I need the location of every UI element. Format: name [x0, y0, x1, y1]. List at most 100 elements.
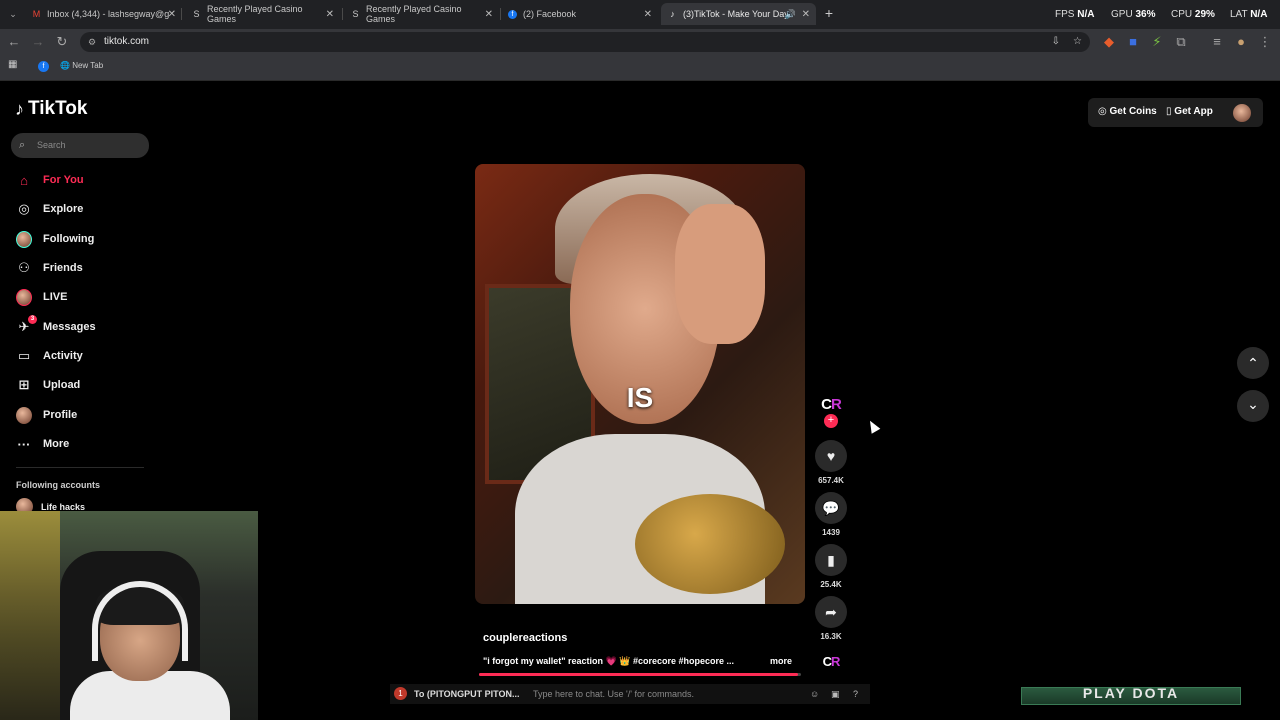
chevron-down-icon[interactable]: ⌄	[1237, 390, 1269, 422]
sidebar-item-live[interactable]: LIVE	[16, 286, 67, 308]
close-icon[interactable]: ✕	[644, 9, 652, 20]
extension-icon[interactable]: ⚡	[1149, 34, 1165, 50]
forward-icon[interactable]: →	[30, 34, 46, 50]
sidebar-item-friends[interactable]: ⚇ Friends	[16, 257, 83, 279]
share-action[interactable]: ➦ 16.3K	[815, 596, 847, 641]
video-player[interactable]: IS	[475, 164, 805, 604]
sidebar-item-label: Messages	[43, 321, 96, 333]
bookmarks-bar: ▦ f 🌐 New Tab	[0, 55, 1280, 81]
close-icon[interactable]: ✕	[485, 9, 493, 20]
video-author[interactable]: couplereactions	[483, 632, 567, 644]
facebook-icon[interactable]: f	[38, 61, 49, 72]
comment-action[interactable]: 💬 1439	[815, 492, 847, 537]
speaker-icon[interactable]: 🔊	[785, 9, 796, 20]
apps-icon[interactable]: ▦	[8, 59, 17, 70]
new-tab-button[interactable]: +	[821, 5, 837, 21]
webcam-overlay	[0, 511, 258, 720]
close-icon[interactable]: ✕	[168, 9, 176, 20]
tiktok-icon: ♪	[670, 8, 675, 19]
more-dots-icon: ···	[17, 436, 31, 452]
sidebar-item-upload[interactable]: ⊞ Upload	[16, 374, 81, 396]
url-field[interactable]: ⚙ tiktok.com ⇩ ☆	[80, 32, 1090, 52]
globe-icon: 🌐	[60, 61, 70, 70]
close-icon[interactable]: ✕	[802, 9, 810, 20]
lat-value: N/A	[1250, 9, 1268, 20]
video-progress-bar[interactable]	[479, 673, 801, 676]
upload-icon: ⊞	[18, 377, 30, 392]
close-icon[interactable]: ✕	[326, 9, 334, 20]
tab-title: Inbox (4,344) - lashsegway@g	[47, 9, 170, 19]
fps-value: N/A	[1077, 9, 1095, 20]
emoji-icon[interactable]: ☺	[810, 684, 819, 704]
like-action[interactable]: ♥ 657.4K	[815, 440, 847, 485]
get-coins-button[interactable]: ◎ Get Coins	[1098, 106, 1157, 117]
play-dota-banner[interactable]: PLAY DOTA	[1021, 687, 1241, 705]
back-icon[interactable]: ←	[6, 34, 22, 50]
follow-button[interactable]: +	[824, 414, 838, 428]
bookmark-star-icon[interactable]: ☆	[1073, 32, 1082, 52]
sidebar-item-explore[interactable]: ◎ Explore	[16, 198, 83, 220]
browser-tab-strip: ⌄ M Inbox (4,344) - lashsegway@g ✕ S Rec…	[0, 0, 1280, 29]
sidebar-item-activity[interactable]: ▭ Activity	[16, 345, 83, 367]
heart-icon[interactable]: ♥	[815, 440, 847, 472]
url-text: tiktok.com	[104, 36, 150, 47]
game-chat-bar[interactable]: 1 To (PITONGPUT PITON... Type here to ch…	[390, 684, 870, 704]
sidebar-item-following[interactable]: Following	[16, 228, 94, 250]
tiktok-logo[interactable]: ♪ TikTok	[15, 98, 87, 120]
share-icon[interactable]: ➦	[815, 596, 847, 628]
sidebar-item-label: Upload	[43, 379, 81, 391]
live-avatar-icon	[16, 288, 32, 306]
tab-facebook[interactable]: f (2) Facebook ✕	[508, 3, 652, 25]
gpu-stat: GPU 36%	[1111, 9, 1156, 20]
activity-icon: ▭	[17, 348, 31, 363]
extension-icon[interactable]: ■	[1125, 34, 1141, 50]
chevron-up-icon[interactable]: ⌃	[1237, 347, 1269, 379]
chat-input-placeholder[interactable]: Type here to chat. Use '/' for commands.	[533, 684, 694, 704]
sidebar-item-messages[interactable]: ✈ 3 Messages	[16, 315, 96, 338]
sidebar-item-more[interactable]: ··· More	[16, 433, 70, 455]
menu-icon[interactable]: ⋮	[1257, 34, 1273, 50]
extension-icon[interactable]: ◆	[1101, 34, 1117, 50]
music-disc[interactable]: CR	[817, 654, 845, 672]
save-action[interactable]: ▮ 25.4K	[815, 544, 847, 589]
address-bar-row: ← → ↻ ⚙ tiktok.com ⇩ ☆ ◆ ■ ⚡ ⧉ ≡ ● ⋮	[0, 29, 1280, 55]
sidebar-item-label: LIVE	[43, 291, 68, 303]
bookmark-newtab[interactable]: 🌐 New Tab	[60, 61, 103, 70]
creator-avatar[interactable]: CR	[817, 396, 845, 416]
sidebar-item-for-you[interactable]: ⌂ For You	[16, 169, 83, 191]
reload-icon[interactable]: ↻	[54, 34, 70, 50]
install-icon[interactable]: ⇩	[1052, 32, 1060, 52]
messages-icon: ✈ 3	[16, 315, 37, 335]
sidebar-item-label: Activity	[43, 350, 83, 362]
lat-stat: LAT N/A	[1230, 9, 1267, 20]
help-icon[interactable]: ?	[853, 684, 858, 704]
chat-recipient: To (PITONGPUT PITON...	[414, 689, 520, 699]
logo-text: TikTok	[28, 98, 88, 119]
profile-icon[interactable]: ●	[1233, 34, 1249, 50]
comment-icon[interactable]: 💬	[815, 492, 847, 524]
image-icon[interactable]: ▣	[831, 684, 840, 704]
messages-badge: 3	[28, 315, 37, 324]
tab-divider	[342, 8, 343, 20]
fps-stat: FPS N/A	[1055, 9, 1094, 20]
sidebar-item-label: Profile	[43, 409, 78, 421]
get-app-button[interactable]: ▯ Get App	[1166, 106, 1213, 117]
site-info-icon[interactable]: ⚙	[88, 32, 96, 52]
search-input[interactable]: ⌕ Search	[11, 133, 149, 158]
share-count: 16.3K	[820, 632, 842, 641]
tab-tiktok[interactable]: ♪ (3)TikTok - Make Your Day 🔊 ✕	[661, 3, 816, 25]
sidebar-divider	[16, 467, 144, 468]
tab-casino-1[interactable]: S Recently Played Casino Games ✕	[192, 3, 334, 25]
more-button[interactable]: more	[770, 656, 792, 666]
tab-search-icon[interactable]: ⌄	[5, 6, 21, 22]
user-avatar[interactable]	[1233, 104, 1251, 122]
extensions-puzzle-icon[interactable]: ⧉	[1173, 34, 1189, 50]
bookmark-icon[interactable]: ▮	[815, 544, 847, 576]
tab-casino-2[interactable]: S Recently Played Casino Games ✕	[351, 3, 493, 25]
creator-initial: C	[822, 654, 832, 669]
tab-divider	[500, 8, 501, 20]
tab-gmail[interactable]: M Inbox (4,344) - lashsegway@g ✕	[32, 3, 176, 25]
following-accounts-title: Following accounts	[16, 480, 101, 490]
media-icon[interactable]: ≡	[1209, 34, 1225, 50]
sidebar-item-profile[interactable]: Profile	[16, 404, 77, 426]
